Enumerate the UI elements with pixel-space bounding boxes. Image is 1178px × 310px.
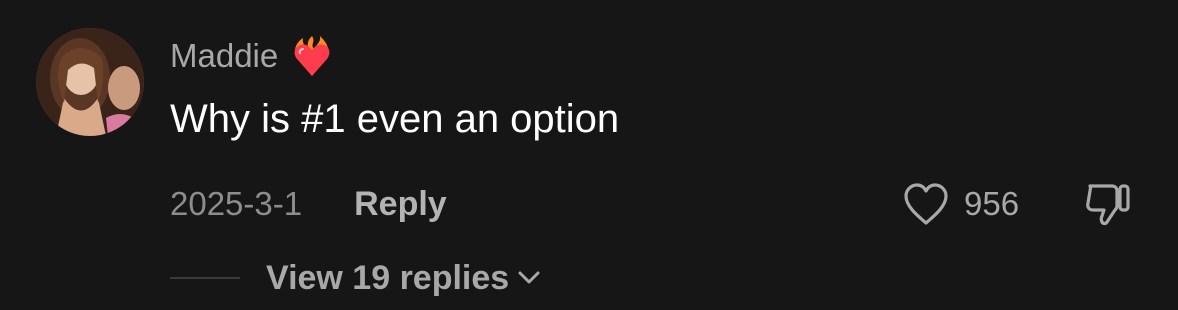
avatar-image — [36, 28, 144, 136]
comment-meta: 2025-3-1 Reply — [170, 180, 447, 228]
divider — [170, 277, 240, 279]
view-replies-button[interactable]: View 19 replies — [266, 259, 541, 298]
username[interactable]: Maddie — [170, 39, 278, 72]
username-row: Maddie — [170, 30, 334, 80]
avatar[interactable] — [36, 28, 144, 136]
comment-item: Maddie Why is #1 even an option 2025-3-1… — [0, 0, 1178, 310]
heart-outline-icon[interactable] — [902, 182, 950, 226]
reply-button[interactable]: Reply — [354, 185, 447, 224]
view-replies-row: View 19 replies — [170, 256, 541, 300]
comment-date: 2025-3-1 — [170, 185, 303, 222]
comment-text: Why is #1 even an option — [170, 97, 620, 141]
chevron-down-icon — [517, 270, 541, 286]
like-button[interactable]: 956 — [902, 180, 1019, 228]
view-replies-label: View 19 replies — [266, 258, 510, 297]
thumbs-down-icon[interactable] — [1082, 180, 1132, 228]
like-count: 956 — [964, 185, 1020, 222]
heart-on-fire-icon — [290, 32, 334, 78]
